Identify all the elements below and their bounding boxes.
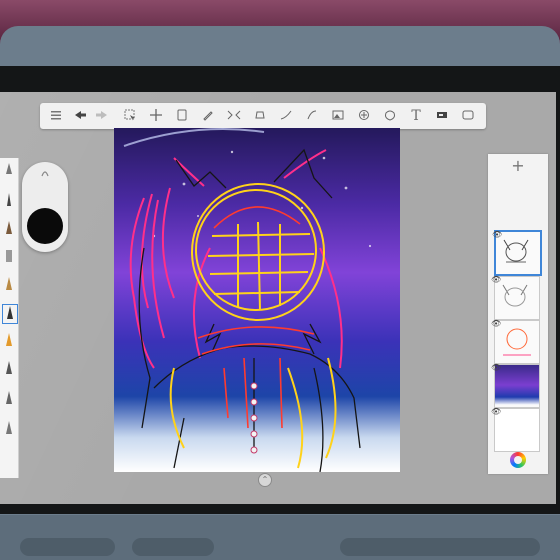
- layer-thumbnail[interactable]: 👁: [491, 319, 540, 364]
- fullscreen-icon[interactable]: [432, 106, 452, 126]
- visibility-icon[interactable]: 👁: [491, 363, 501, 372]
- ruler-icon[interactable]: [354, 106, 374, 126]
- text-icon[interactable]: T: [406, 106, 426, 126]
- brush-icon[interactable]: [2, 162, 16, 180]
- layer-thumbnail[interactable]: 👁: [491, 363, 540, 408]
- brush-icon-selected[interactable]: [2, 304, 18, 324]
- brush-size-icon: [41, 171, 49, 177]
- transform-icon[interactable]: [146, 106, 166, 126]
- toolbar-drag-handle[interactable]: [256, 95, 272, 110]
- case-groove: [132, 538, 214, 556]
- select-icon[interactable]: [120, 106, 140, 126]
- brush-icon[interactable]: [2, 192, 16, 210]
- layer-icon[interactable]: [172, 106, 192, 126]
- brush-icon[interactable]: [2, 276, 16, 294]
- gallery-icon[interactable]: [46, 106, 66, 126]
- line-icon[interactable]: [302, 106, 322, 126]
- drawing-canvas[interactable]: [114, 128, 400, 472]
- image-icon[interactable]: [328, 106, 348, 126]
- brush-icon[interactable]: [2, 420, 16, 438]
- brush-icon[interactable]: [2, 360, 16, 378]
- layer-thumbnail[interactable]: 👁: [491, 275, 540, 320]
- shape-icon[interactable]: [380, 106, 400, 126]
- curve-icon[interactable]: [276, 106, 296, 126]
- add-layer-button[interactable]: +: [488, 154, 548, 178]
- case-groove: [340, 538, 540, 556]
- case-groove: [20, 538, 115, 556]
- current-color-swatch: [27, 208, 63, 244]
- visibility-icon[interactable]: 👁: [492, 230, 502, 239]
- symmetry-icon[interactable]: [224, 106, 244, 126]
- brush-icon[interactable]: [2, 220, 16, 238]
- brush-icon[interactable]: [2, 248, 16, 266]
- sketch-artwork: [114, 128, 400, 472]
- layer-thumbnail[interactable]: 👁: [492, 230, 542, 276]
- redo-icon[interactable]: [92, 106, 112, 126]
- brush-icon[interactable]: [2, 390, 16, 408]
- brush-icon[interactable]: [198, 106, 218, 126]
- visibility-icon[interactable]: 👁: [491, 275, 501, 284]
- fill-icon[interactable]: [250, 106, 270, 126]
- chevron-icon[interactable]: ⌃: [258, 473, 272, 487]
- visibility-icon[interactable]: 👁: [491, 319, 501, 328]
- main-toolbar: T: [40, 103, 486, 129]
- cloud-icon[interactable]: [458, 106, 478, 126]
- undo-icon[interactable]: [70, 106, 90, 126]
- color-wheel-icon[interactable]: [510, 452, 526, 468]
- brush-library-panel: [0, 158, 19, 478]
- brush-icon[interactable]: [2, 332, 16, 350]
- layer-thumbnail[interactable]: 👁: [491, 407, 540, 452]
- brush-color-puck[interactable]: [22, 162, 68, 252]
- layers-panel: + 👁 👁 👁 👁 👁: [488, 154, 548, 474]
- visibility-icon[interactable]: 👁: [491, 407, 501, 416]
